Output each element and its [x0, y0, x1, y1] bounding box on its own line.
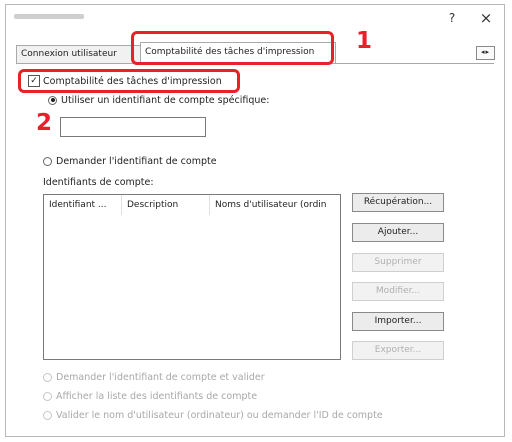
radio-prompt-validate[interactable]	[43, 372, 52, 382]
account-ids-label: Identifiants de compte:	[43, 177, 154, 188]
modify-button[interactable]: Modifier...	[352, 282, 444, 301]
radio-prompt-id-label: Demander l'identifiant de compte	[56, 155, 217, 167]
radio-prompt-id-row[interactable]: Demander l'identifiant de compte	[43, 154, 217, 168]
add-button[interactable]: Ajouter...	[352, 223, 444, 242]
radio-show-list[interactable]	[43, 391, 52, 401]
radio-validate-username-row[interactable]: Valider le nom d'utilisateur (ordinateur…	[43, 408, 383, 422]
radio-use-specific-id-row[interactable]: Utiliser un identifiant de compte spécif…	[48, 93, 269, 107]
column-header-description[interactable]: Description	[122, 195, 210, 215]
list-header: Identifiant ... Description Noms d'utili…	[44, 195, 340, 215]
column-header-id[interactable]: Identifiant ...	[44, 195, 122, 215]
radio-prompt-validate-row[interactable]: Demander l'identifiant de compte et vali…	[43, 370, 265, 384]
radio-prompt-id[interactable]	[43, 156, 52, 166]
callout-1: 1	[356, 28, 373, 54]
radio-use-specific-id-label: Utiliser un identifiant de compte spécif…	[61, 94, 270, 106]
import-button[interactable]: Importer...	[352, 312, 444, 331]
title-bar: ? ×	[6, 5, 504, 31]
radio-use-specific-id[interactable]	[48, 95, 57, 105]
column-header-usernames[interactable]: Noms d'utilisateur (ordin	[210, 195, 340, 215]
job-accounting-checkbox-row[interactable]: ✓ Comptabilité des tâches d'impression	[28, 74, 222, 88]
account-id-input[interactable]	[60, 117, 206, 137]
tab-job-accounting[interactable]: Comptabilité des tâches d'impression	[140, 42, 336, 63]
tab-strip: Connexion utilisateur Comptabilité des t…	[16, 41, 495, 64]
recuperation-button[interactable]: Récupération...	[352, 193, 444, 212]
job-accounting-label: Comptabilité des tâches d'impression	[43, 75, 222, 87]
callout-2: 2	[36, 110, 53, 136]
radio-validate-username-label: Valider le nom d'utilisateur (ordinateur…	[56, 409, 383, 421]
close-button[interactable]: ×	[476, 9, 496, 27]
account-ids-list[interactable]: Identifiant ... Description Noms d'utili…	[43, 194, 341, 360]
radio-show-list-row[interactable]: Afficher la liste des identifiants de co…	[43, 389, 257, 403]
radio-prompt-validate-label: Demander l'identifiant de compte et vali…	[56, 371, 265, 383]
window-title-blurred	[14, 14, 84, 19]
tab-scroll-arrows-icon[interactable]: ◂▸	[476, 46, 495, 60]
help-button[interactable]: ?	[442, 9, 462, 27]
export-button[interactable]: Exporter...	[352, 341, 444, 360]
job-accounting-checkbox[interactable]: ✓	[28, 75, 40, 87]
tab-user-login[interactable]: Connexion utilisateur	[16, 45, 142, 63]
delete-button[interactable]: Supprimer	[352, 253, 444, 272]
radio-validate-username[interactable]	[43, 410, 52, 420]
radio-show-list-label: Afficher la liste des identifiants de co…	[56, 390, 258, 402]
